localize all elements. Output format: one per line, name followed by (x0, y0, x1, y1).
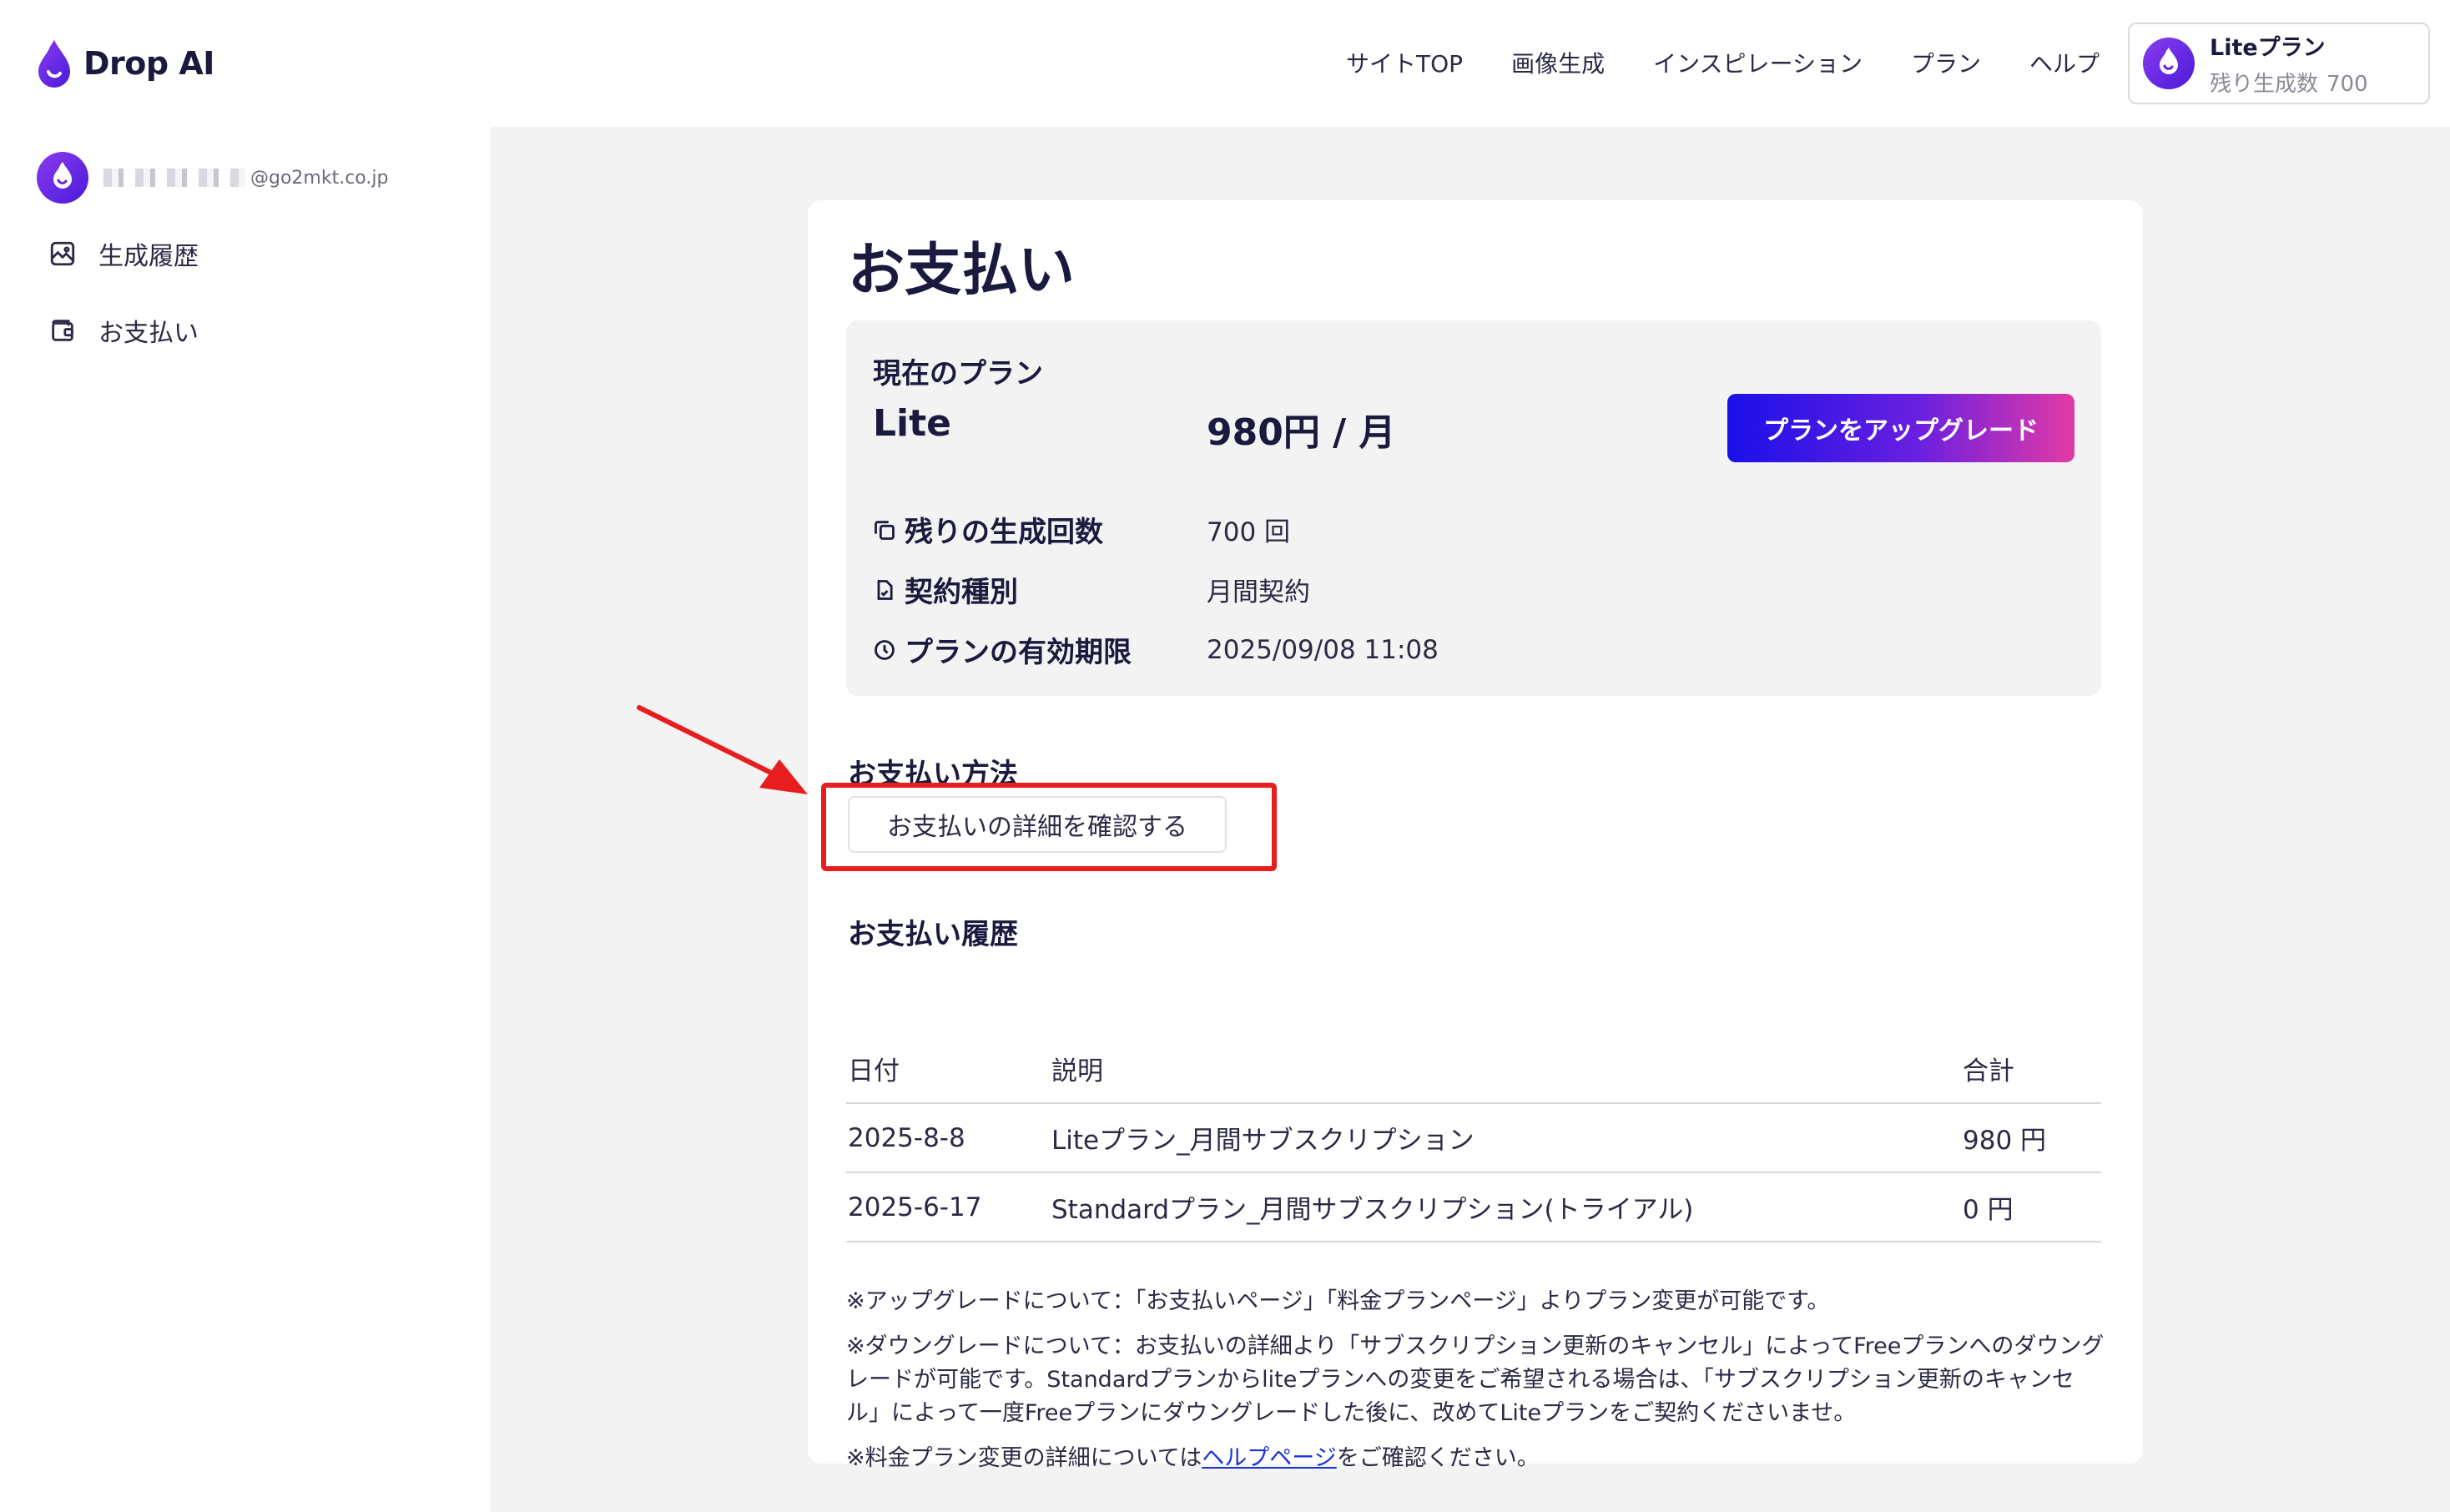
column-header-description: 説明 (1051, 1035, 1963, 1104)
document-icon (877, 579, 893, 600)
logo-text: Drop AI (83, 45, 214, 82)
clock-icon (875, 639, 895, 660)
note-upgrade: ※アップグレードについて：「お支払いページ」「料金プランページ」よりプラン変更が… (846, 1288, 1830, 1314)
page-title: お支払い (848, 238, 1076, 304)
current-plan-label: 現在のプラン (873, 357, 1043, 391)
avatar-logo-icon (2143, 38, 2195, 89)
copy-icon (875, 520, 895, 540)
user-info: @go2mkt.co.jp (37, 152, 388, 204)
cell-total: 0 円 (1963, 1172, 2101, 1242)
plan-box-remaining: 残り生成数 700 (2210, 72, 2368, 97)
upgrade-plan-button[interactable]: プランをアップグレード (1727, 394, 2074, 462)
redacted-username (103, 169, 245, 187)
table-header-row: 日付 説明 合計 (846, 1035, 2101, 1104)
note-downgrade: ※ダウングレードについて：お支払いの詳細より「サブスクリプション更新のキャンセル… (846, 1333, 2105, 1426)
nav-site-top[interactable]: サイトTOP (1346, 46, 1463, 79)
cell-date: 2025-6-17 (846, 1172, 1051, 1242)
drop-logo-icon (38, 40, 70, 88)
main-content: お支払い 現在のプラン Lite 980円 / 月 プランをアップグレード 残り… (491, 127, 2450, 1512)
logo[interactable]: Drop AI (37, 37, 214, 90)
payment-history-table: 日付 説明 合計 2025-8-8 Liteプラン_月間サブスクリプション 98… (846, 1035, 2101, 1242)
remaining-count-value: 700 回 (1207, 517, 1291, 547)
notes-section: ※アップグレードについて：「お支払いページ」「料金プランページ」よりプラン変更が… (846, 1285, 2106, 1487)
sidebar-item-label: 生成履歴 (98, 242, 199, 271)
plan-price: 980円 / 月 (1207, 411, 1396, 454)
top-header: Drop AI サイトTOP 画像生成 インスピレーション プラン ヘルプ Li… (0, 0, 2450, 127)
main-nav: サイトTOP 画像生成 インスピレーション プラン ヘルプ (1346, 42, 2100, 83)
payment-history-title: お支払い履歴 (848, 918, 1018, 951)
contract-type-value: 月間契約 (1207, 577, 1310, 607)
wallet-icon (52, 320, 73, 341)
nav-image-generation[interactable]: 画像生成 (1511, 46, 1605, 79)
column-header-total: 合計 (1963, 1035, 2101, 1104)
current-plan-panel: 現在のプラン Lite 980円 / 月 プランをアップグレード 残りの生成回数… (846, 320, 2101, 696)
sidebar-item-payment[interactable]: お支払い (48, 312, 199, 349)
info-row-contract: 契約種別 月間契約 (873, 569, 1310, 610)
annotation-highlight-box (821, 783, 1277, 871)
expiry-value: 2025/09/08 11:08 (1207, 634, 1439, 665)
plan-status-box[interactable]: Liteプラン 残り生成数 700 (2128, 23, 2430, 104)
sidebar-item-history[interactable]: 生成履歴 (48, 235, 199, 272)
image-icon (50, 241, 75, 266)
help-page-link[interactable]: ヘルプページ (1202, 1445, 1336, 1471)
sidebar: @go2mkt.co.jp 生成履歴 お支払い (0, 127, 491, 1512)
table-row: 2025-6-17 Standardプラン_月間サブスクリプション(トライアル)… (846, 1172, 2101, 1242)
plan-box-title: Liteプラン (2210, 35, 2326, 61)
info-row-expiry: プランの有効期限 2025/09/08 11:08 (873, 629, 1439, 670)
annotation-arrow-icon (637, 705, 808, 794)
nav-inspiration[interactable]: インスピレーション (1653, 46, 1863, 79)
cell-description: Liteプラン_月間サブスクリプション (1051, 1103, 1963, 1173)
column-header-date: 日付 (846, 1035, 1051, 1104)
info-row-remaining: 残りの生成回数 700 回 (873, 509, 1290, 550)
table-row: 2025-8-8 Liteプラン_月間サブスクリプション 980 円 (846, 1103, 2101, 1173)
nav-help[interactable]: ヘルプ (2029, 46, 2100, 79)
sidebar-item-label: お支払い (98, 319, 199, 348)
note-help: ※料金プラン変更の詳細についてはヘルプページをご確認ください。 (846, 1445, 1540, 1471)
cell-description: Standardプラン_月間サブスクリプション(トライアル) (1051, 1172, 1963, 1242)
nav-plan[interactable]: プラン (1911, 46, 1981, 79)
cell-total: 980 円 (1963, 1103, 2101, 1173)
cell-date: 2025-8-8 (846, 1103, 1051, 1173)
plan-name: Lite (873, 402, 951, 445)
user-email: @go2mkt.co.jp (103, 168, 388, 189)
user-avatar-icon (37, 152, 88, 204)
